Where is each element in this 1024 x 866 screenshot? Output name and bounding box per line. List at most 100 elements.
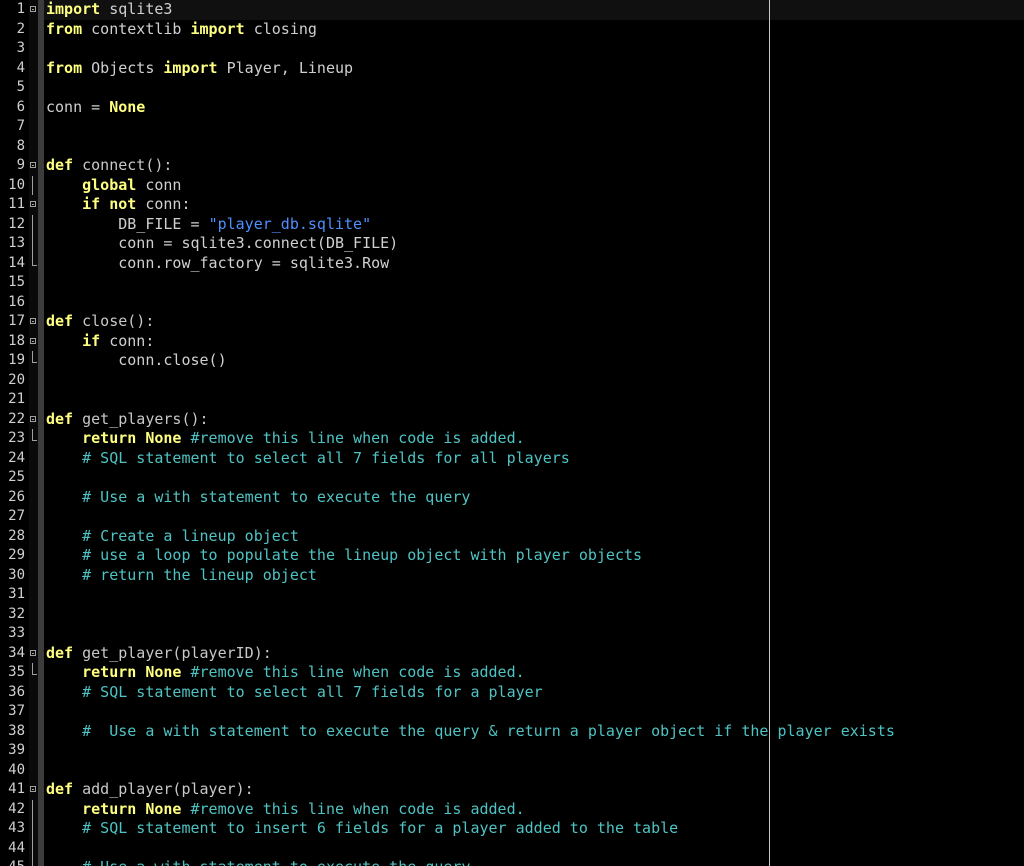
fold-toggle-icon[interactable] [30, 195, 38, 215]
code-line[interactable]: if conn: [46, 332, 154, 352]
code-token: # Use a with statement to execute the qu… [82, 487, 471, 506]
line-number: 13 [8, 235, 25, 251]
line-number: 35 [8, 664, 25, 680]
fold-end-marker [30, 351, 38, 371]
code-token: contextlib [82, 19, 191, 38]
line-number: 24 [8, 449, 25, 466]
code-line[interactable]: def get_player(playerID): [46, 644, 272, 664]
line-number: 32 [8, 605, 25, 622]
code-line[interactable]: def connect(): [46, 156, 172, 176]
code-line[interactable]: return None #remove this line when code … [46, 429, 525, 449]
code-line[interactable]: # use a loop to populate the lineup obje… [46, 546, 642, 566]
code-line[interactable]: # SQL statement to select all 7 fields f… [46, 449, 570, 469]
code-line[interactable]: import sqlite3 [46, 0, 172, 20]
line-number: 19 [8, 352, 25, 368]
code-token: None [109, 97, 146, 116]
code-token: return None [82, 663, 182, 681]
line-number: 38 [8, 722, 25, 739]
fold-guide [30, 234, 38, 254]
code-line[interactable]: # return the lineup object [46, 566, 317, 586]
code-token: closing [244, 19, 317, 38]
fold-end-marker [30, 663, 38, 683]
line-number: 12 [8, 215, 25, 232]
code-line[interactable]: # SQL statement to insert 6 fields for a… [46, 819, 678, 839]
code-token: conn = [46, 97, 110, 116]
code-line[interactable]: # Use a with statement to execute the qu… [46, 488, 470, 508]
line-number: 15 [8, 274, 25, 290]
fold-toggle-icon[interactable] [30, 312, 38, 332]
code-line[interactable]: return None #remove this line when code … [46, 800, 525, 820]
code-line[interactable]: conn = sqlite3.connect(DB_FILE) [46, 234, 398, 254]
code-token: connect(): [73, 156, 173, 174]
line-number: 20 [8, 371, 25, 388]
line-number: 36 [8, 683, 25, 700]
code-token: # SQL statement to select all 7 fields f… [82, 448, 570, 467]
line-number: 37 [8, 703, 25, 719]
code-token: return None [82, 429, 182, 447]
line-number: 30 [8, 566, 25, 583]
fold-guide [30, 858, 38, 866]
code-line[interactable]: def get_players(): [46, 410, 209, 430]
line-number: 27 [8, 508, 25, 524]
line-number: 41 [8, 781, 25, 797]
code-line[interactable]: conn = None [46, 98, 145, 118]
fold-end-marker [30, 253, 38, 274]
code-line[interactable]: conn.row_factory = sqlite3.Row [46, 254, 389, 274]
line-number: 7 [16, 118, 25, 134]
code-line[interactable]: def close(): [46, 312, 154, 332]
code-line[interactable]: # Create a lineup object [46, 527, 299, 547]
code-token: conn.close() [46, 351, 227, 369]
code-token: get_players(): [73, 409, 209, 428]
fold-guide [30, 214, 38, 234]
fold-guide [30, 175, 38, 195]
fold-guide [30, 819, 38, 839]
line-number: 21 [8, 391, 25, 407]
code-line[interactable]: # SQL statement to select all 7 fields f… [46, 683, 543, 703]
code-token: def [46, 643, 74, 662]
line-number: 44 [8, 839, 25, 856]
code-line[interactable]: def add_player(player): [46, 780, 254, 800]
code-line[interactable]: from contextlib import closing [46, 20, 317, 40]
fold-toggle-icon[interactable] [30, 644, 38, 664]
code-token: DB_FILE = [46, 214, 209, 233]
gutter-separator [38, 0, 44, 866]
code-line[interactable]: # Use a with statement to execute the qu… [46, 722, 895, 742]
fold-toggle-icon[interactable] [30, 780, 38, 800]
code-token: if [82, 331, 101, 350]
fold-guide [30, 838, 38, 858]
code-line[interactable]: # Use a with statement to execute the qu… [46, 858, 470, 866]
code-line[interactable]: if not conn: [46, 195, 190, 215]
code-token: import [190, 19, 245, 38]
line-number: 29 [8, 547, 25, 563]
line-number: 33 [8, 625, 25, 641]
code-token: add_player(player): [73, 780, 254, 798]
code-line[interactable]: global conn [46, 176, 181, 196]
code-token: # SQL statement to select all 7 fields f… [82, 682, 543, 701]
code-line[interactable]: DB_FILE = "player_db.sqlite" [46, 215, 371, 235]
line-number: 9 [16, 157, 25, 173]
line-number: 1 [16, 1, 25, 17]
line-number: 43 [8, 820, 25, 836]
fold-toggle-icon[interactable] [30, 0, 38, 20]
code-token: sqlite3 [100, 0, 173, 18]
code-token: Objects [82, 58, 164, 77]
code-token: get_player(playerID): [73, 643, 272, 662]
fold-toggle-icon[interactable] [30, 156, 38, 176]
code-line[interactable]: conn.close() [46, 351, 227, 371]
code-token: # Use a with statement to execute the qu… [82, 858, 470, 866]
code-token: from [46, 19, 83, 38]
fold-toggle-icon[interactable] [30, 410, 38, 430]
line-number: 39 [8, 742, 25, 758]
code-line[interactable]: return None #remove this line when code … [46, 663, 525, 683]
fold-toggle-icon[interactable] [30, 332, 38, 352]
code-line[interactable]: from Objects import Player, Lineup [46, 59, 353, 79]
code-editor[interactable]: 1 import sqlite3 2 from contextlib import c… [0, 0, 1024, 866]
line-number: 3 [16, 40, 25, 56]
